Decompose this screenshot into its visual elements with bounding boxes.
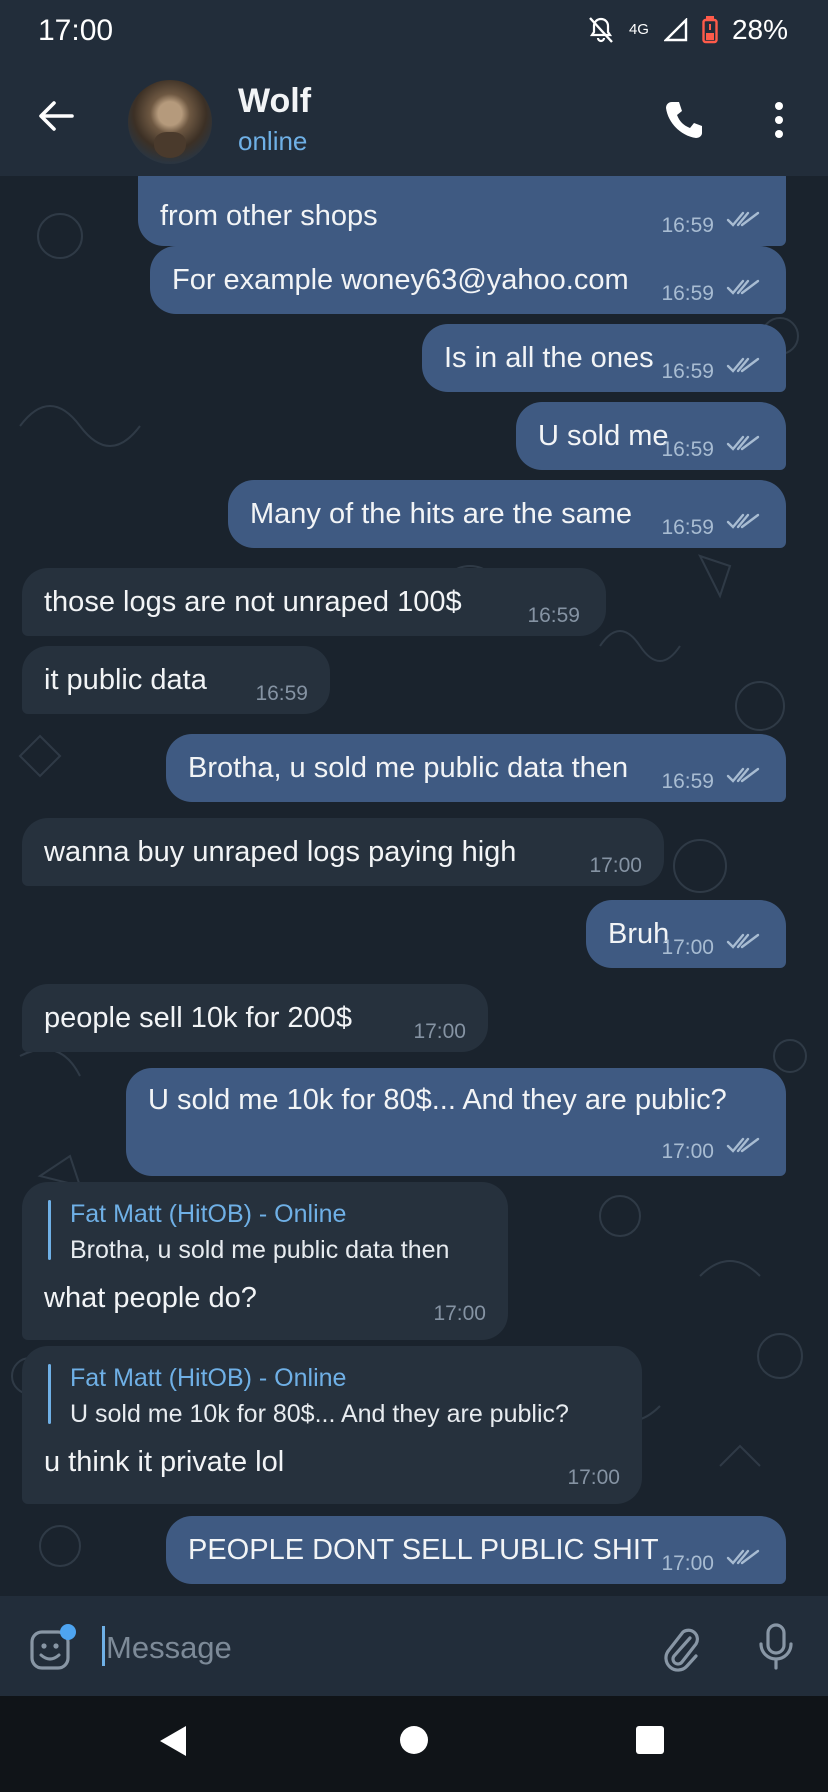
message-text: people sell 10k for 200$ (44, 1002, 352, 1034)
reply-quote-bar (48, 1200, 51, 1260)
status-icons: 4G 28% (588, 14, 788, 46)
message-time: 17:00 (661, 1140, 714, 1163)
message-time: 16:59 (661, 770, 714, 793)
message-composer: Message (0, 1596, 828, 1696)
read-ticks-icon (726, 357, 760, 373)
reply-author[interactable]: Fat Matt (HitOB) - Online (70, 1196, 346, 1232)
message-bubble-outgoing[interactable]: Many of the hits are the same 16:59 (228, 480, 786, 548)
message-text: it public data (44, 664, 207, 696)
more-vertical-icon[interactable] (764, 98, 794, 142)
back-arrow-icon[interactable] (34, 94, 78, 138)
message-time: 17:00 (413, 1020, 466, 1043)
read-ticks-icon (726, 211, 760, 227)
message-bubble-incoming[interactable]: wanna buy unraped logs paying high 17:00 (22, 818, 664, 886)
system-nav-bar (0, 1696, 828, 1792)
message-list[interactable]: from other shops 16:59 For example woney… (0, 176, 828, 1596)
message-time: 16:59 (661, 360, 714, 383)
message-bubble-outgoing[interactable]: Is in all the ones 16:59 (422, 324, 786, 392)
status-time: 17:00 (38, 14, 114, 47)
message-bubble-outgoing[interactable]: U sold me 16:59 (516, 402, 786, 470)
message-text: u think it private lol (44, 1446, 285, 1478)
message-time: 16:59 (661, 438, 714, 461)
contact-status: online (238, 126, 308, 156)
reply-author[interactable]: Fat Matt (HitOB) - Online (70, 1360, 346, 1396)
nav-home-icon[interactable] (400, 1726, 428, 1754)
message-time: 16:59 (255, 682, 308, 705)
message-bubble-incoming[interactable]: it public data 16:59 (22, 646, 330, 714)
avatar[interactable] (128, 80, 212, 164)
attach-icon[interactable] (660, 1624, 704, 1672)
status-bar: 17:00 4G 28% (0, 0, 828, 64)
read-ticks-icon (726, 1137, 760, 1153)
message-text: U sold me (538, 420, 669, 452)
text-cursor (102, 1626, 105, 1666)
message-input[interactable]: Message (106, 1630, 232, 1666)
message-bubble-outgoing[interactable]: U sold me 10k for 80$... And they are pu… (126, 1068, 786, 1176)
message-time: 17:00 (661, 936, 714, 959)
message-bubble-outgoing[interactable]: from other shops 16:59 (138, 176, 786, 246)
message-text: Bruh (608, 918, 670, 950)
message-time: 16:59 (661, 282, 714, 305)
reply-quote-bar (48, 1364, 51, 1424)
message-text: what people do? (44, 1282, 257, 1314)
reply-text[interactable]: U sold me 10k for 80$... And they are pu… (70, 1396, 569, 1432)
read-ticks-icon (726, 767, 760, 783)
nav-recents-icon[interactable] (636, 1726, 664, 1754)
message-bubble-outgoing[interactable]: PEOPLE DONT SELL PUBLIC SHIT 17:00 (166, 1516, 786, 1584)
bell-off-icon (589, 17, 613, 43)
read-ticks-icon (726, 933, 760, 949)
phone-icon[interactable] (662, 98, 706, 142)
message-text: Many of the hits are the same (250, 498, 633, 530)
reply-text[interactable]: Brotha, u sold me public data then (70, 1232, 449, 1268)
contact-name[interactable]: Wolf (238, 82, 311, 121)
message-text: Is in all the ones (444, 342, 654, 374)
message-bubble-outgoing[interactable]: For example woney63@yahoo.com 16:59 (150, 246, 786, 314)
message-bubble-outgoing[interactable]: Brotha, u sold me public data then 16:59 (166, 734, 786, 802)
read-ticks-icon (726, 1549, 760, 1565)
message-bubble-incoming[interactable]: people sell 10k for 200$ 17:00 (22, 984, 488, 1052)
message-bubble-incoming[interactable]: Fat Matt (HitOB) - Online U sold me 10k … (22, 1346, 642, 1504)
mic-icon[interactable] (756, 1622, 796, 1672)
message-text: wanna buy unraped logs paying high (44, 836, 517, 868)
battery-icon (702, 16, 718, 44)
message-text: those logs are not unraped 100$ (44, 586, 462, 618)
read-ticks-icon (726, 513, 760, 529)
emoji-icon[interactable] (28, 1624, 76, 1672)
message-bubble-incoming[interactable]: those logs are not unraped 100$ 16:59 (22, 568, 606, 636)
network-type: 4G (628, 21, 649, 38)
message-time: 16:59 (661, 516, 714, 539)
chat-header: Wolf online (0, 64, 828, 176)
signal-icon (663, 18, 688, 42)
message-time: 17:00 (567, 1466, 620, 1489)
read-ticks-icon (726, 279, 760, 295)
message-time: 16:59 (527, 604, 580, 627)
message-bubble-outgoing[interactable]: Bruh 17:00 (586, 900, 786, 968)
message-time: 17:00 (589, 854, 642, 877)
message-text: For example woney63@yahoo.com (172, 264, 629, 296)
message-text: PEOPLE DONT SELL PUBLIC SHIT (188, 1534, 659, 1566)
message-time: 16:59 (661, 214, 714, 237)
message-text: U sold me 10k for 80$... And they are pu… (148, 1084, 727, 1116)
read-ticks-icon (726, 435, 760, 451)
message-bubble-incoming[interactable]: Fat Matt (HitOB) - Online Brotha, u sold… (22, 1182, 508, 1340)
message-text: from other shops (160, 200, 378, 232)
message-time: 17:00 (661, 1552, 714, 1575)
battery-percent: 28% (731, 14, 788, 45)
nav-back-icon[interactable] (156, 1724, 188, 1758)
message-text: Brotha, u sold me public data then (188, 752, 629, 784)
message-time: 17:00 (433, 1302, 486, 1325)
